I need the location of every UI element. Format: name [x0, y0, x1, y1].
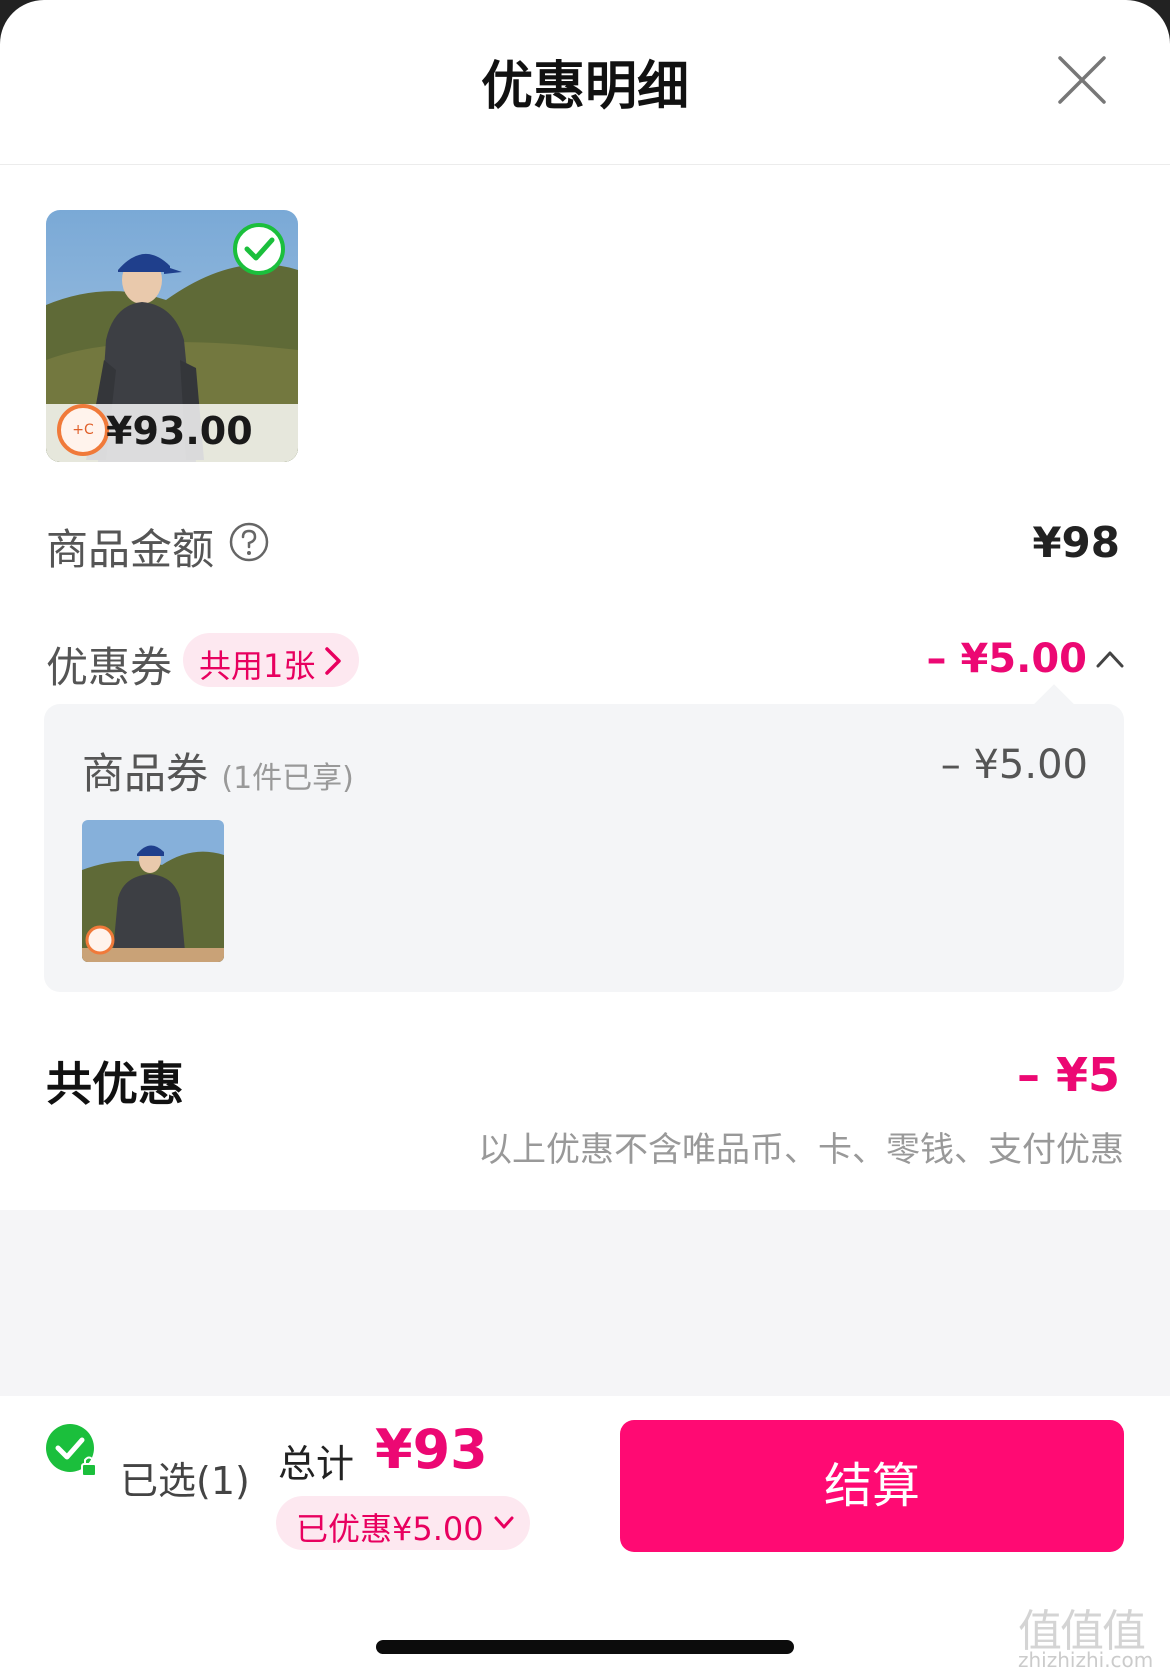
coupon-product-photo	[82, 820, 224, 962]
coupon-discount-value[interactable]: – ¥5.00	[927, 636, 1087, 682]
product-thumbnail[interactable]: +C ¥93.00	[46, 210, 298, 462]
total-discount-label: 共优惠	[46, 1057, 184, 1111]
checkout-button[interactable]: 结算	[620, 1420, 1124, 1552]
chevron-up-icon[interactable]	[1094, 648, 1126, 670]
coupon-type-amount: – ¥5.00	[940, 742, 1088, 788]
coupon-type-label: 商品券 (1件已享)	[82, 740, 354, 801]
promo-badge-text: +C	[72, 422, 94, 438]
discount-detail-sheet: 优惠明细 +C ¥93.00 商品金额 ¥98 优惠券 共用1张 – ¥5.00…	[0, 0, 1170, 1679]
total-discount-value: – ¥5	[1016, 1048, 1120, 1102]
empty-area	[0, 1210, 1170, 1396]
coupon-type-sublabel: (1件已享)	[221, 761, 354, 796]
watermark-url: zhizhizhi.com	[1018, 1648, 1154, 1672]
coupon-type-name: 商品券	[82, 749, 209, 798]
discount-note: 以上优惠不含唯品币、卡、零钱、支付优惠	[478, 1130, 1124, 1170]
home-indicator[interactable]	[376, 1640, 794, 1654]
total-label: 总计	[278, 1442, 355, 1486]
total-value: ¥93	[375, 1418, 488, 1481]
selected-count: 已选(1)	[120, 1459, 250, 1503]
sheet-header: 优惠明细	[0, 0, 1170, 165]
selected-check-icon[interactable]	[232, 222, 286, 276]
product-price: ¥93.00	[106, 409, 253, 453]
coupon-count-text: 共用1张	[199, 647, 316, 685]
chevron-down-icon	[494, 1516, 514, 1529]
goods-amount-value: ¥98	[1032, 518, 1120, 567]
promo-badge-icon: +C	[57, 404, 109, 456]
coupon-label: 优惠券	[46, 643, 173, 692]
saved-amount-chip[interactable]: 已优惠¥5.00	[276, 1496, 530, 1550]
coupon-detail-panel: 商品券 (1件已享) – ¥5.00	[44, 684, 1124, 992]
close-icon[interactable]	[1054, 52, 1110, 108]
saved-amount-text: 已优惠¥5.00	[296, 1510, 484, 1548]
help-icon[interactable]	[228, 521, 270, 563]
chevron-right-icon	[325, 647, 341, 675]
coupon-product-thumbnail[interactable]	[82, 820, 224, 962]
coupon-count-chip[interactable]: 共用1张	[183, 633, 359, 687]
goods-amount-label: 商品金额	[46, 525, 215, 574]
sheet-title: 优惠明细	[480, 57, 689, 117]
panel-notch	[1034, 684, 1074, 724]
select-all-check-icon[interactable]	[44, 1422, 102, 1480]
